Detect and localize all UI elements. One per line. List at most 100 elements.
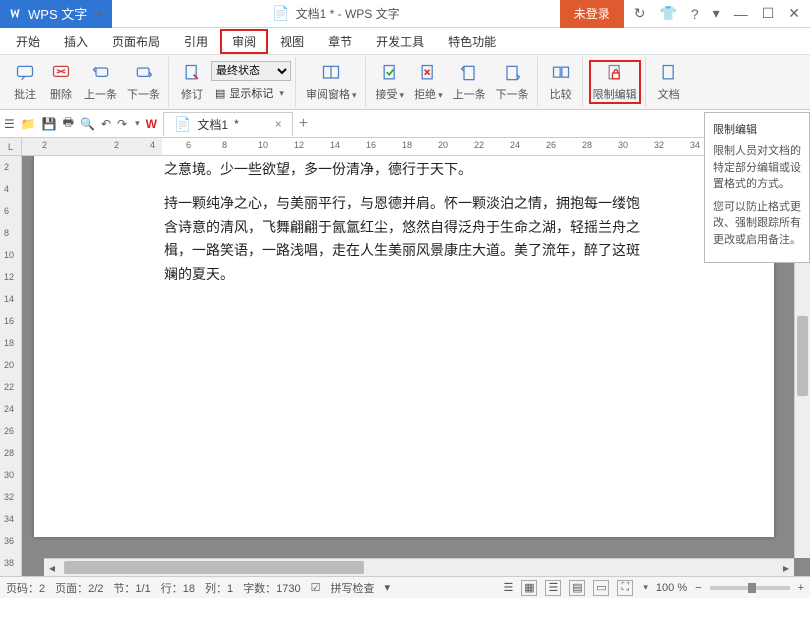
- prev-change-button[interactable]: 上一条: [449, 60, 490, 104]
- status-section[interactable]: 节：1/1: [113, 580, 150, 596]
- wps-home-icon[interactable]: W: [146, 117, 157, 131]
- restrict-edit-button[interactable]: 限制编辑: [589, 60, 641, 104]
- status-chars[interactable]: 字数：1730: [243, 580, 300, 596]
- review-pane-icon: [320, 62, 342, 84]
- horizontal-ruler[interactable]: 2246810121416182022242628303234363840: [22, 138, 810, 156]
- hscroll-right-icon[interactable]: ▸: [778, 559, 794, 576]
- horizontal-scrollbar[interactable]: ◂ ▸: [44, 558, 794, 576]
- doc-icon: 📄: [272, 5, 289, 22]
- compare-icon: [550, 62, 572, 84]
- reject-button[interactable]: 拒绝▾: [410, 60, 447, 104]
- zoom-out-button[interactable]: −: [695, 582, 701, 594]
- paragraph-1: 之意境。少一些欲望，多一份清净，德行于天下。: [164, 158, 644, 182]
- menu-review[interactable]: 审阅: [220, 29, 268, 54]
- next-change-button[interactable]: 下一条: [492, 60, 533, 104]
- sync-icon[interactable]: ↻: [634, 5, 646, 22]
- status-line[interactable]: 行：18: [161, 580, 195, 596]
- view-web[interactable]: ▤: [569, 580, 585, 596]
- view-outline[interactable]: ☰: [545, 580, 561, 596]
- page-canvas[interactable]: 之意境。少一些欲望，多一份清净，德行于天下。 持一颗纯净之心，与美丽平行，与恩德…: [22, 156, 810, 576]
- help-icon[interactable]: ?: [691, 6, 699, 22]
- qat-print-icon[interactable]: 🖶: [63, 113, 74, 134]
- minimize-button[interactable]: —: [734, 6, 748, 22]
- comment-icon: [14, 62, 36, 84]
- ruler-v-tick: 4: [4, 184, 9, 194]
- ruler-tick: 32: [654, 140, 664, 150]
- state-select[interactable]: 最终状态: [211, 61, 291, 81]
- doctab-icon: 📄: [174, 116, 191, 133]
- status-col[interactable]: 列：1: [205, 580, 233, 596]
- ruler-tick: 34: [690, 140, 700, 150]
- close-button[interactable]: ✕: [788, 5, 800, 22]
- hscroll-thumb[interactable]: [64, 561, 364, 574]
- accept-button[interactable]: 接受▾: [372, 60, 409, 104]
- ruler-v-tick: 12: [4, 272, 14, 282]
- ruler-tick: 28: [582, 140, 592, 150]
- hscroll-left-icon[interactable]: ◂: [44, 559, 60, 576]
- ruler-v-tick: 2: [4, 162, 9, 172]
- ruler-v-tick: 36: [4, 536, 14, 546]
- revise-button[interactable]: 修订: [175, 60, 209, 104]
- shirt-icon[interactable]: 👕: [659, 5, 676, 22]
- wps-logo-icon: [8, 7, 22, 21]
- vscroll-thumb[interactable]: [797, 316, 808, 396]
- menu-references[interactable]: 引用: [172, 29, 220, 54]
- ruler-tick: 4: [150, 140, 155, 150]
- doc-auth-button[interactable]: 文档: [652, 60, 686, 104]
- qat-new-icon[interactable]: ☰: [4, 117, 15, 131]
- ruler-v-tick: 16: [4, 316, 14, 326]
- ruler-v-tick: 32: [4, 492, 14, 502]
- qat-redo-icon[interactable]: ↷: [117, 117, 127, 131]
- doctab-name: 文档1: [197, 116, 228, 133]
- menu-page-layout[interactable]: 页面布局: [100, 29, 172, 54]
- review-pane-button[interactable]: 审阅窗格▾: [302, 60, 361, 104]
- maximize-button[interactable]: ☐: [762, 5, 775, 22]
- markup-icon: ▤: [215, 87, 225, 100]
- status-zoom[interactable]: 100 %: [656, 582, 687, 594]
- pin-icon[interactable]: ▾: [713, 5, 720, 22]
- ruler-tick: 22: [474, 140, 484, 150]
- doctab-close-icon[interactable]: ×: [275, 117, 282, 131]
- menu-dev-tools[interactable]: 开发工具: [364, 29, 436, 54]
- menu-chapter[interactable]: 章节: [316, 29, 364, 54]
- ruler-tick: 8: [222, 140, 227, 150]
- qat-preview-icon[interactable]: 🔍: [80, 117, 95, 131]
- status-spell-icon[interactable]: ☑: [311, 581, 321, 594]
- status-spellcheck[interactable]: 拼写检查: [330, 580, 374, 596]
- app-badge[interactable]: WPS 文字 ▼: [0, 0, 112, 28]
- restrict-edit-panel: 限制编辑 限制人员对文档的特定部分编辑或设置格式的方式。 您可以防止格式更改、强…: [704, 112, 810, 263]
- menu-view[interactable]: 视图: [268, 29, 316, 54]
- status-page[interactable]: 页面：2/2: [55, 580, 103, 596]
- menu-features[interactable]: 特色功能: [436, 29, 508, 54]
- next-comment-button[interactable]: 下一条: [123, 60, 164, 104]
- status-page-no[interactable]: 页码：2: [6, 580, 45, 596]
- zoom-knob[interactable]: [748, 583, 756, 593]
- prev-comment-button[interactable]: 上一条: [80, 60, 121, 104]
- document-tab[interactable]: 📄 文档1 * ×: [163, 112, 293, 136]
- new-tab-button[interactable]: +: [299, 115, 308, 133]
- menu-start[interactable]: 开始: [4, 29, 52, 54]
- ruler-tick: 18: [402, 140, 412, 150]
- ruler-tick: 10: [258, 140, 268, 150]
- qat-open-icon[interactable]: 📁: [21, 117, 36, 131]
- view-menu-icon[interactable]: ☰: [504, 581, 514, 594]
- show-markup-button[interactable]: ▤显示标记▾: [211, 83, 291, 103]
- accept-icon: [379, 62, 401, 84]
- vertical-ruler[interactable]: 2468101214161820222426283032343638: [0, 156, 22, 576]
- ruler-v-tick: 34: [4, 514, 14, 524]
- view-reading[interactable]: ▭: [593, 580, 609, 596]
- compare-button[interactable]: 比较: [544, 60, 578, 104]
- qat-undo-icon[interactable]: ↶: [101, 117, 111, 131]
- menu-insert[interactable]: 插入: [52, 29, 100, 54]
- login-button[interactable]: 未登录: [560, 0, 624, 28]
- qat-more-icon[interactable]: ▾: [135, 118, 140, 129]
- comment-button[interactable]: 批注: [8, 60, 42, 104]
- qat-save-icon[interactable]: 💾: [42, 117, 57, 131]
- delete-button[interactable]: 删除: [44, 60, 78, 104]
- ruler-corner[interactable]: L: [0, 138, 22, 156]
- zoom-slider[interactable]: [710, 586, 790, 590]
- view-print-layout[interactable]: ▦: [521, 580, 537, 596]
- view-fullscreen[interactable]: ⛶: [617, 580, 633, 596]
- document-page[interactable]: 之意境。少一些欲望，多一份清净，德行于天下。 持一颗纯净之心，与美丽平行，与恩德…: [34, 156, 774, 537]
- zoom-in-button[interactable]: +: [798, 582, 804, 594]
